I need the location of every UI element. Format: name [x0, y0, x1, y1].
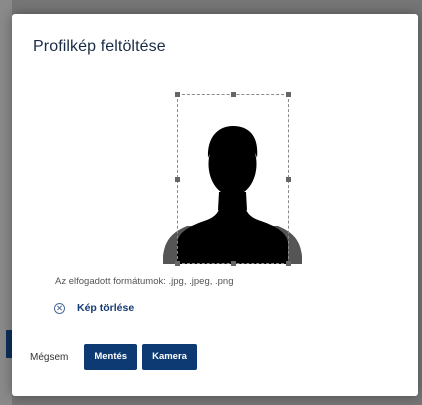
- accepted-formats-text: Az elfogadott formátumok: .jpg, .jpeg, .…: [55, 276, 234, 287]
- delete-image-button[interactable]: Kép törlése: [54, 302, 134, 314]
- camera-button[interactable]: Kamera: [142, 344, 197, 370]
- cancel-button[interactable]: Mégsem: [30, 352, 68, 363]
- crop-handle-middle-left[interactable]: [175, 177, 180, 182]
- save-button[interactable]: Mentés: [84, 344, 138, 370]
- dialog-footer: Mégsem Mentés Kamera: [30, 344, 202, 370]
- close-circle-icon[interactable]: [54, 302, 65, 314]
- delete-image-label[interactable]: Kép törlése: [77, 302, 134, 314]
- crop-handle-middle-right[interactable]: [286, 177, 291, 182]
- crop-handle-top-right[interactable]: [286, 92, 291, 97]
- crop-handle-bottom-left[interactable]: [175, 261, 180, 266]
- crop-handle-bottom-center[interactable]: [231, 261, 236, 266]
- upload-profile-picture-dialog: Profilkép feltöltése Az elfogadott formá…: [12, 14, 418, 396]
- background-page-edge: [0, 0, 12, 405]
- image-crop-area[interactable]: [163, 90, 302, 266]
- crop-frame[interactable]: [177, 94, 289, 264]
- crop-handle-top-center[interactable]: [231, 92, 236, 97]
- crop-handle-bottom-right[interactable]: [286, 261, 291, 266]
- crop-handle-top-left[interactable]: [175, 92, 180, 97]
- dialog-title: Profilkép feltöltése: [33, 38, 166, 55]
